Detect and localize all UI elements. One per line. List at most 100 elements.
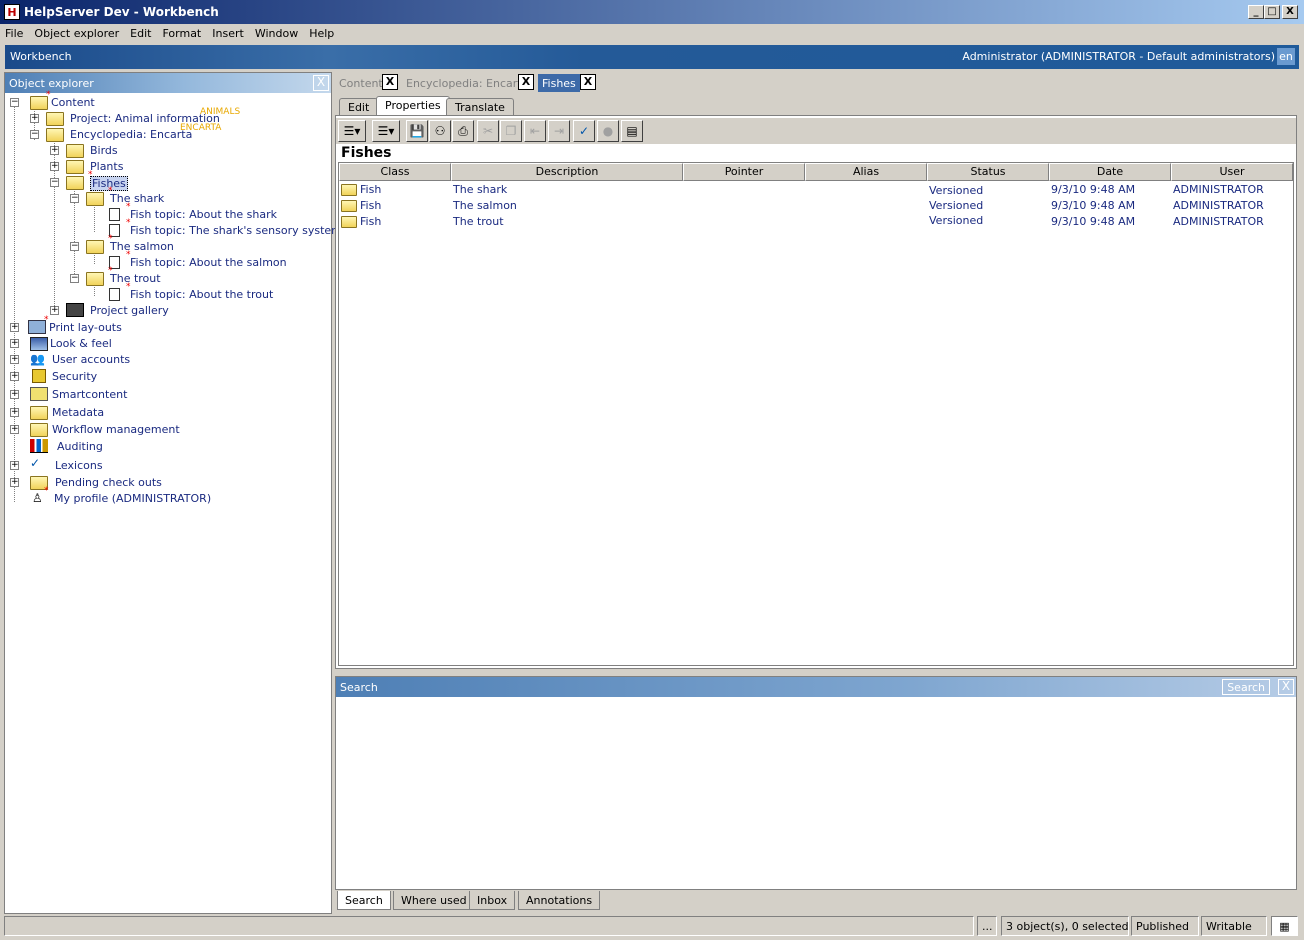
status-count: 3 object(s), 0 selected — [1001, 916, 1129, 936]
row-status: Versioned — [929, 199, 984, 212]
status-message — [4, 916, 974, 936]
object-grid: Class Description Pointer Alias Status D… — [338, 162, 1294, 666]
lock-icon — [32, 369, 46, 383]
tab-inbox[interactable]: Inbox — [469, 891, 516, 910]
menu-bar: File Object explorer Edit Format Insert Windo… — [0, 24, 1304, 44]
column-header-status[interactable]: Status — [927, 163, 1049, 181]
object-explorer-header: Object explorer X — [5, 73, 331, 93]
row-class: Fish — [360, 199, 382, 212]
tab-search[interactable]: Search — [337, 891, 391, 910]
doc-tab-fishes[interactable]: Fishes — [538, 74, 580, 92]
folder-icon — [30, 423, 48, 437]
tab-edit[interactable]: Edit — [339, 98, 379, 116]
search-header: Search Search X — [336, 677, 1296, 697]
view-tabs: Edit Properties Translate — [335, 96, 1295, 116]
tab-properties[interactable]: Properties — [376, 96, 450, 116]
app-icon: H — [4, 4, 20, 20]
spellcheck-icon[interactable]: ✓ — [573, 120, 595, 142]
row-user: ADMINISTRATOR — [1173, 183, 1264, 196]
folder-icon — [66, 144, 84, 158]
doc-tab-encyclopedia[interactable]: Encyclopedia: Encarta — [402, 74, 532, 92]
folder-open-icon — [66, 176, 84, 190]
maximize-button[interactable]: □ — [1264, 5, 1280, 19]
status-more-button[interactable]: ... — [977, 916, 997, 936]
close-tab-fishes-button[interactable]: X — [580, 74, 596, 90]
properties-panel: ☰▾ ☰▾ 💾 ⚇ ⎙ ✂ ❐ ⇤ ⇥ ✓ ● ▤ Fishes Class D… — [335, 115, 1297, 669]
tab-where-used[interactable]: Where used — [393, 891, 475, 910]
row-class: Fish — [360, 215, 382, 228]
row-date: 9/3/10 9:48 AM — [1051, 183, 1136, 196]
column-header-class[interactable]: Class — [339, 163, 451, 181]
preview-icon[interactable]: ⚇ — [429, 120, 451, 142]
banner-title: Workbench — [10, 50, 72, 63]
tab-annotations[interactable]: Annotations — [518, 891, 601, 910]
status-published: Published — [1131, 916, 1199, 936]
column-header-alias[interactable]: Alias — [805, 163, 927, 181]
close-tab-content-button[interactable]: X — [382, 74, 398, 90]
toolbar: ☰▾ ☰▾ 💾 ⚇ ⎙ ✂ ❐ ⇤ ⇥ ✓ ● ▤ — [336, 118, 1296, 144]
project-icon — [46, 112, 64, 126]
print-icon[interactable]: ⎙ — [452, 120, 474, 142]
menu-window[interactable]: Window — [250, 24, 304, 40]
folder-icon — [66, 160, 84, 174]
close-tab-encyclopedia-button[interactable]: X — [518, 74, 534, 90]
column-header-pointer[interactable]: Pointer — [683, 163, 805, 181]
list-title: Fishes — [341, 145, 392, 161]
doc-tab-content[interactable]: Content — [335, 74, 387, 92]
window-title: HelpServer Dev - Workbench — [24, 5, 219, 19]
close-button[interactable]: X — [1282, 5, 1298, 19]
copy-icon[interactable]: ❐ — [500, 120, 522, 142]
column-header-date[interactable]: Date — [1049, 163, 1171, 181]
row-status: Versioned — [929, 214, 984, 227]
folder-open-icon — [86, 240, 104, 254]
status-bar: ... 3 object(s), 0 selected Published Wr… — [4, 916, 1300, 936]
row-description: The salmon — [453, 199, 517, 212]
search-button[interactable]: Search — [1222, 679, 1270, 695]
close-explorer-button[interactable]: X — [313, 75, 329, 91]
menu-file[interactable]: File — [0, 24, 29, 40]
outdent-icon[interactable]: ⇤ — [524, 120, 546, 142]
folder-open-icon — [86, 272, 104, 286]
save-icon[interactable]: 💾 — [406, 120, 428, 142]
close-search-button[interactable]: X — [1278, 679, 1294, 695]
search-panel-title: Search — [340, 681, 378, 694]
status-writable: Writable — [1201, 916, 1267, 936]
object-explorer-panel: Object explorer X − * Content + Project:… — [4, 72, 342, 914]
indent-icon[interactable]: ⇥ — [548, 120, 570, 142]
new-object-dropdown-icon[interactable]: ☰▾ — [338, 120, 366, 142]
document-icon — [109, 208, 120, 221]
row-description: The shark — [453, 183, 508, 196]
spellcheck-icon: ✓ — [30, 456, 41, 470]
folder-icon — [341, 184, 357, 196]
row-date: 9/3/10 9:48 AM — [1051, 199, 1136, 212]
menu-insert[interactable]: Insert — [207, 24, 250, 40]
row-date: 9/3/10 9:48 AM — [1051, 215, 1136, 228]
delete-icon[interactable]: ● — [597, 120, 619, 142]
cut-icon[interactable]: ✂ — [477, 120, 499, 142]
workbench-banner: Workbench Administrator (ADMINISTRATOR -… — [5, 45, 1299, 69]
chart-icon — [30, 439, 48, 453]
tab-translate[interactable]: Translate — [446, 98, 514, 116]
new-list-dropdown-icon[interactable]: ☰▾ — [372, 120, 400, 142]
title-bar: H HelpServer Dev - Workbench _ □ X — [0, 0, 1304, 24]
folder-icon — [341, 200, 357, 212]
folder-open-icon — [46, 128, 64, 142]
minimize-button[interactable]: _ — [1248, 5, 1264, 19]
column-header-description[interactable]: Description — [451, 163, 683, 181]
memory-monitor-icon[interactable]: ▦ — [1271, 916, 1298, 936]
folder-open-icon — [86, 192, 104, 206]
gallery-icon — [66, 303, 84, 317]
menu-object-explorer[interactable]: Object explorer — [29, 24, 125, 40]
menu-edit[interactable]: Edit — [125, 24, 157, 40]
list-view-icon[interactable]: ▤ — [621, 120, 643, 142]
menu-format[interactable]: Format — [157, 24, 207, 40]
row-description: The trout — [453, 215, 504, 228]
row-user: ADMINISTRATOR — [1173, 215, 1264, 228]
row-user: ADMINISTRATOR — [1173, 199, 1264, 212]
document-tabs: Content X Encyclopedia: Encarta X Fishes… — [335, 72, 1300, 94]
search-results-area[interactable] — [336, 697, 1296, 889]
column-header-user[interactable]: User — [1171, 163, 1293, 181]
menu-help[interactable]: Help — [304, 24, 340, 40]
language-button[interactable]: en — [1277, 48, 1295, 65]
current-user: Administrator (ADMINISTRATOR - Default a… — [962, 50, 1275, 63]
